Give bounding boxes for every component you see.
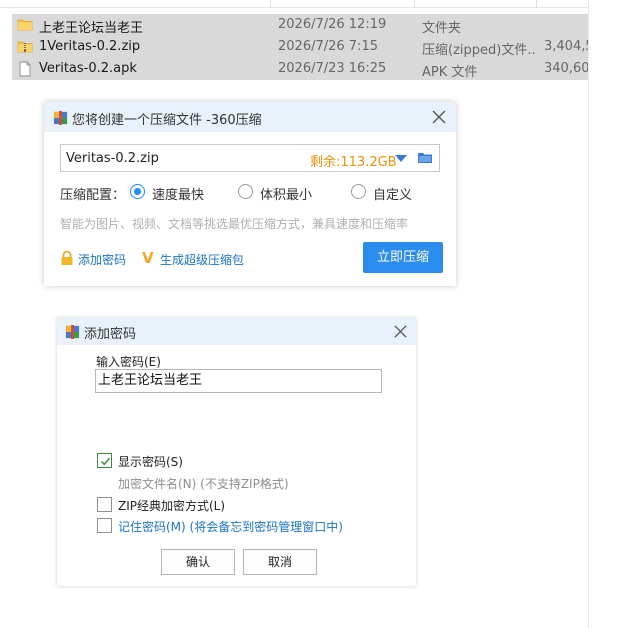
checkbox-box[interactable] [97, 497, 112, 512]
column-separator[interactable] [414, 0, 415, 8]
file-row[interactable]: 1Veritas-0.2.zip 2026/7/26 7:15 压缩(zippe… [12, 36, 588, 58]
checkbox-label: 记住密码(M) (将会备忘到密码管理窗口中) [118, 520, 343, 534]
radio-circle[interactable] [238, 184, 253, 199]
close-icon[interactable] [392, 323, 409, 340]
file-type: 文件夹 [422, 21, 462, 36]
archive-path[interactable]: Veritas-0.2.zip [66, 151, 159, 166]
lock-icon [61, 250, 73, 265]
chevron-down-icon[interactable] [395, 155, 407, 162]
archive-path-field[interactable]: Veritas-0.2.zip 剩余:113.2GB [60, 144, 440, 172]
password-input-label: 输入密码(E) [96, 355, 161, 369]
password-dialog-title: 添加密码 [84, 327, 137, 342]
column-separator[interactable] [536, 0, 537, 8]
file-name: 上老王论坛当老王 [39, 21, 144, 36]
folder-icon [17, 19, 33, 31]
pane-divider [588, 0, 589, 628]
checkbox-box[interactable] [97, 518, 112, 533]
archive-app-icon [65, 324, 80, 339]
radio-circle[interactable] [351, 184, 366, 199]
checkbox-box [97, 475, 112, 490]
checkbox-label: ZIP经典加密方式(L) [118, 499, 226, 513]
cancel-button[interactable]: 取消 [243, 549, 317, 575]
file-size: 3,404,5 [544, 39, 588, 54]
column-separator[interactable] [270, 0, 271, 8]
compress-dialog: 您将创建一个压缩文件 -360压缩 Veritas-0.2.zip 剩余:113… [44, 102, 456, 286]
radio-label: 体积最小 [260, 188, 313, 203]
password-dialog: 添加密码 输入密码(E) 上老王论坛当老王 显示密码(S) 加密文件名(N) (… [57, 318, 416, 586]
free-space: 剩余:113.2GB [310, 155, 397, 170]
password-dialog-titlebar[interactable]: 添加密码 [57, 318, 416, 345]
checkbox-label: 加密文件名(N) (不支持ZIP格式) [118, 477, 289, 491]
radio-circle[interactable] [130, 184, 145, 199]
compress-hint: 智能为图片、视频、文档等挑选最优压缩方式，兼具速度和压缩率 [60, 217, 409, 231]
file-date: 2026/7/26 7:15 [278, 39, 378, 54]
vip-v-icon: V [142, 249, 154, 267]
file-date: 2026/7/26 12:19 [278, 17, 387, 32]
file-icon [19, 61, 31, 77]
radio-label: 自定义 [373, 188, 413, 203]
password-input[interactable]: 上老王论坛当老王 [95, 369, 382, 393]
close-icon[interactable] [430, 108, 448, 126]
file-name: 1Veritas-0.2.zip [39, 39, 141, 54]
file-type: APK 文件 [422, 65, 478, 80]
file-list: 上老王论坛当老王 2026/7/26 12:19 文件夹 1Veritas-0.… [0, 0, 588, 80]
zip-folder-icon [17, 41, 33, 53]
file-row[interactable]: Veritas-0.2.apk 2026/7/23 16:25 APK 文件 3… [12, 58, 588, 80]
add-password-label: 添加密码 [78, 253, 127, 267]
browse-folder-icon[interactable] [417, 150, 433, 166]
checkmark-icon [100, 457, 111, 466]
ok-button[interactable]: 确认 [161, 549, 235, 575]
file-name: Veritas-0.2.apk [39, 61, 137, 76]
column-header [0, 0, 588, 8]
file-size: 340,605 [544, 61, 588, 76]
compress-now-button[interactable]: 立即压缩 [363, 242, 443, 273]
file-date: 2026/7/23 16:25 [278, 61, 387, 76]
radio-label: 速度最快 [152, 188, 205, 203]
checkbox-label: 显示密码(S) [118, 455, 183, 469]
archive-app-icon [53, 110, 68, 125]
file-type: 压缩(zipped)文件... [422, 43, 537, 58]
super-pack-label: 生成超级压缩包 [160, 253, 245, 267]
compress-config-label: 压缩配置： [60, 188, 126, 203]
checkbox-box[interactable] [97, 453, 112, 468]
compress-dialog-titlebar[interactable]: 您将创建一个压缩文件 -360压缩 [44, 102, 456, 132]
compress-dialog-title: 您将创建一个压缩文件 -360压缩 [72, 113, 262, 128]
file-row[interactable]: 上老王论坛当老王 2026/7/26 12:19 文件夹 [12, 14, 588, 36]
